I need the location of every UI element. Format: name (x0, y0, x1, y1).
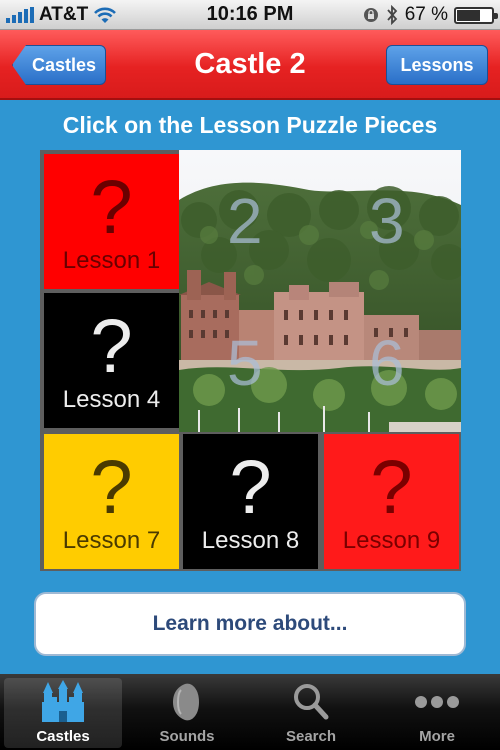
tab-label: More (419, 728, 455, 745)
tab-bar: Castles Sounds Search More (0, 674, 500, 750)
puzzle-grid: ? Lesson 1 ? Lesson 4 ? Lesson 7 ? Lesso… (40, 150, 461, 571)
puzzle-piece-5[interactable]: 5 (227, 326, 263, 400)
tab-search[interactable]: Search (252, 678, 370, 748)
puzzle-piece-6[interactable]: 6 (369, 326, 405, 400)
lesson-label: Lesson 4 (62, 385, 161, 413)
question-mark: ? (90, 444, 133, 530)
tab-label: Search (285, 728, 337, 745)
lessons-button[interactable]: Lessons (386, 45, 488, 85)
lock-rotation-icon (363, 8, 378, 22)
battery-percent: 67 % (404, 4, 448, 25)
lesson-tile-9[interactable]: ? Lesson 9 (324, 434, 459, 569)
lesson-label: Lesson 9 (342, 526, 441, 554)
lesson-label: Lesson 1 (62, 246, 161, 274)
puzzle-piece-3[interactable]: 3 (369, 184, 405, 258)
castle-icon (42, 680, 84, 722)
instruction-text: Click on the Lesson Puzzle Pieces (62, 112, 438, 138)
question-mark: ? (90, 303, 133, 389)
status-right: 67 % (363, 4, 498, 26)
status-bar: AT&T 10:16 PM 67 % (0, 0, 500, 30)
more-dots-icon (415, 696, 459, 708)
battery-fill (457, 9, 480, 21)
learn-more-button[interactable]: Learn more about... (34, 592, 466, 656)
lesson-tile-1[interactable]: ? Lesson 1 (44, 154, 179, 289)
tab-label: Sounds (159, 728, 215, 745)
tab-label: Castles (36, 728, 90, 745)
question-mark: ? (229, 444, 272, 530)
tab-castles[interactable]: Castles (4, 678, 122, 748)
search-icon (294, 684, 329, 720)
lesson-tile-4[interactable]: ? Lesson 4 (44, 293, 179, 428)
battery-icon (454, 6, 498, 24)
question-mark: ? (370, 444, 413, 530)
puzzle-piece-2[interactable]: 2 (227, 184, 263, 258)
lesson-tile-7[interactable]: ? Lesson 7 (44, 434, 179, 569)
tab-more[interactable]: More (378, 678, 496, 748)
castle-photo[interactable]: 2 3 5 6 (179, 150, 461, 432)
nav-bar: Castles Castle 2 Lessons (0, 30, 500, 100)
lesson-tile-8[interactable]: ? Lesson 8 (183, 434, 318, 569)
question-mark: ? (90, 164, 133, 250)
speaker-icon (173, 683, 199, 721)
bluetooth-icon (387, 5, 397, 25)
lesson-label: Lesson 7 (62, 526, 161, 554)
lesson-label: Lesson 8 (201, 526, 300, 554)
castle-image (179, 150, 461, 432)
tab-sounds[interactable]: Sounds (128, 678, 246, 748)
